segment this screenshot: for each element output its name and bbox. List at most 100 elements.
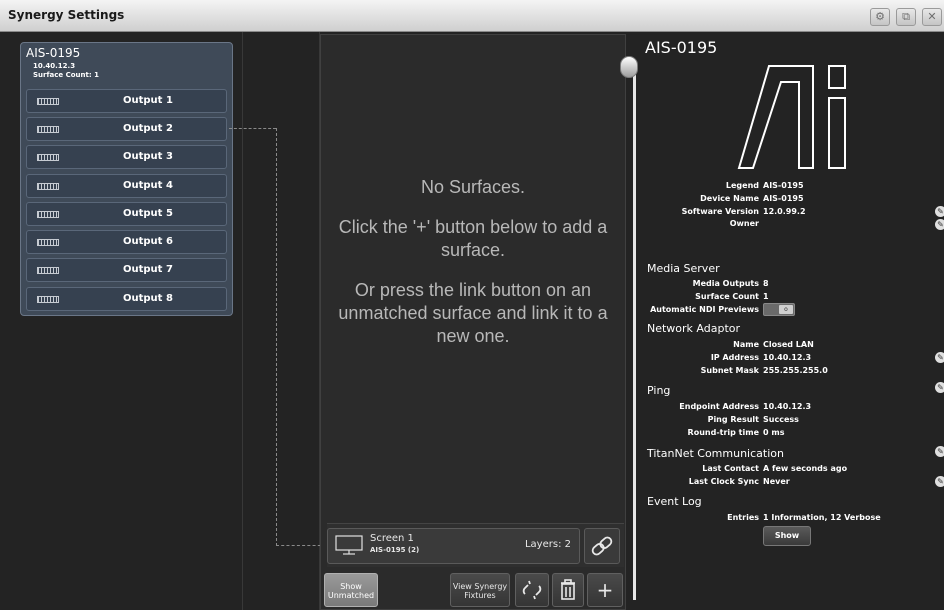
section-ping: Ping [647, 384, 671, 397]
prop-adaptor-name: Name Closed LAN [645, 340, 814, 350]
device-ip: 10.40.12.3 [33, 62, 76, 70]
restore-icon[interactable]: ⧉ [896, 8, 916, 26]
output-label: Output 5 [123, 208, 173, 219]
window-title: Synergy Settings [8, 8, 125, 22]
section-event-log: Event Log [647, 495, 702, 508]
view-synergy-fixtures-button[interactable]: View Synergy Fixtures [450, 573, 510, 607]
prop-media-outputs: Media Outputs 8 [645, 279, 769, 289]
prop-key: Subnet Mask [700, 366, 759, 375]
prop-device-name: Device Name AIS-0195 [645, 194, 803, 204]
screen-name: Screen 1 [370, 533, 414, 544]
edit-icon[interactable]: ✎ [935, 206, 944, 217]
output-port-icon [37, 154, 59, 161]
output-port-icon [37, 183, 59, 190]
gear-icon[interactable]: ⚙ [870, 8, 890, 26]
edit-icon[interactable]: ✎ [935, 219, 944, 230]
prop-key: Round-trip time [687, 428, 759, 437]
screen-1-button[interactable]: Screen 1 AIS-0195 (2) Layers: 2 [327, 528, 580, 564]
prop-value: 10.40.12.3 [763, 353, 812, 362]
section-titannet: TitanNet Communication [647, 447, 784, 460]
output-label: Output 7 [123, 264, 173, 275]
link-connector-line [276, 545, 326, 546]
output-button-8[interactable]: Output 8 [26, 287, 227, 311]
prop-ip-address: IP Address 10.40.12.3 [645, 353, 811, 363]
prop-key: Entries [727, 513, 759, 522]
show-event-log-button[interactable]: Show [763, 526, 811, 546]
edit-icon[interactable]: ✎ [935, 446, 944, 457]
output-label: Output 1 [123, 95, 173, 106]
prop-key: Surface Count [695, 292, 759, 301]
trash-icon [561, 579, 575, 600]
section-network-adaptor: Network Adaptor [647, 322, 741, 335]
prop-value: 10.40.12.3 [763, 402, 812, 411]
output-port-icon [37, 211, 59, 218]
output-button-6[interactable]: Output 6 [26, 230, 227, 254]
output-button-7[interactable]: Output 7 [26, 258, 227, 282]
output-button-1[interactable]: Output 1 [26, 89, 227, 113]
output-button-3[interactable]: Output 3 [26, 145, 227, 169]
prop-value: 0 ms [763, 428, 785, 437]
output-label: Output 6 [123, 236, 173, 247]
edit-icon[interactable]: ✎ [935, 352, 944, 363]
screen-device: AIS-0195 (2) [370, 546, 420, 554]
section-media-server: Media Server [647, 262, 720, 275]
prop-key: Automatic NDI Previews [650, 305, 759, 314]
prop-key: Device Name [700, 194, 759, 203]
output-button-4[interactable]: Output 4 [26, 174, 227, 198]
output-label: Output 8 [123, 293, 173, 304]
prop-round-trip: Round-trip time 0 ms [645, 428, 785, 438]
prop-value: AIS-0195 [763, 194, 804, 203]
prop-subnet-mask: Subnet Mask 255.255.255.0 [645, 366, 828, 376]
output-port-icon [37, 98, 59, 105]
edit-icon[interactable]: ✎ [935, 382, 944, 393]
close-icon[interactable]: ✕ [922, 8, 942, 26]
show-unmatched-button[interactable]: Show Unmatched [324, 573, 378, 607]
prop-key: Name [733, 340, 759, 349]
prop-value: Success [763, 415, 799, 424]
prop-surface-count: Surface Count 1 [645, 292, 768, 302]
prop-value: 1 [763, 292, 769, 301]
delete-button[interactable] [552, 573, 584, 607]
info-title: AIS-0195 [645, 38, 718, 57]
no-surfaces-message: No Surfaces. Click the '+' button below … [320, 176, 626, 365]
button-label-line: Show [340, 582, 362, 591]
splitter-handle[interactable] [620, 56, 638, 78]
prop-value: 1 Information, 12 Verbose [763, 513, 881, 522]
prop-value: A few seconds ago [763, 464, 848, 473]
surface-message-line: Or press the link button on an unmatched… [338, 280, 608, 346]
button-label-line: View Synergy [452, 582, 508, 591]
output-label: Output 3 [123, 151, 173, 162]
ndi-previews-toggle[interactable]: o [763, 303, 795, 316]
prop-key: Endpoint Address [679, 402, 759, 411]
ai-logo [737, 65, 846, 169]
output-label: Output 4 [123, 180, 173, 191]
prop-value: Never [763, 477, 790, 486]
column-divider [242, 32, 243, 610]
toggle-knob: o [779, 305, 793, 314]
device-panel[interactable]: AIS-0195 10.40.12.3 Surface Count: 1 Out… [20, 42, 233, 316]
button-label-line: Unmatched [327, 591, 375, 600]
prop-key: Last Contact [702, 464, 759, 473]
plus-icon: + [596, 578, 614, 602]
monitor-icon [335, 535, 363, 555]
prop-key: Owner [729, 219, 759, 228]
output-button-2[interactable]: Output 2 [26, 117, 227, 141]
add-surface-button[interactable]: + [587, 573, 623, 607]
output-port-icon [37, 239, 59, 246]
output-button-5[interactable]: Output 5 [26, 202, 227, 226]
prop-key: IP Address [710, 353, 759, 362]
edit-icon[interactable]: ✎ [935, 476, 944, 487]
screen-layers: Layers: 2 [524, 539, 571, 550]
link-button[interactable] [584, 528, 620, 564]
button-label-line: Fixtures [464, 591, 496, 600]
prop-legend: Legend AIS-0195 [645, 181, 804, 191]
prop-key: Legend [725, 181, 759, 190]
unlink-button[interactable] [515, 573, 549, 607]
prop-software-version: Software Version 12.0.99.2 [645, 207, 806, 217]
prop-key: Ping Result [707, 415, 759, 424]
prop-value: Closed LAN [763, 340, 814, 349]
link-icon [591, 536, 613, 556]
prop-value: 8 [763, 279, 769, 288]
synergy-settings-window: Synergy Settings ⚙ ⧉ ✕ AIS-0195 10.40.12… [0, 0, 944, 610]
link-connector-line [229, 128, 276, 129]
